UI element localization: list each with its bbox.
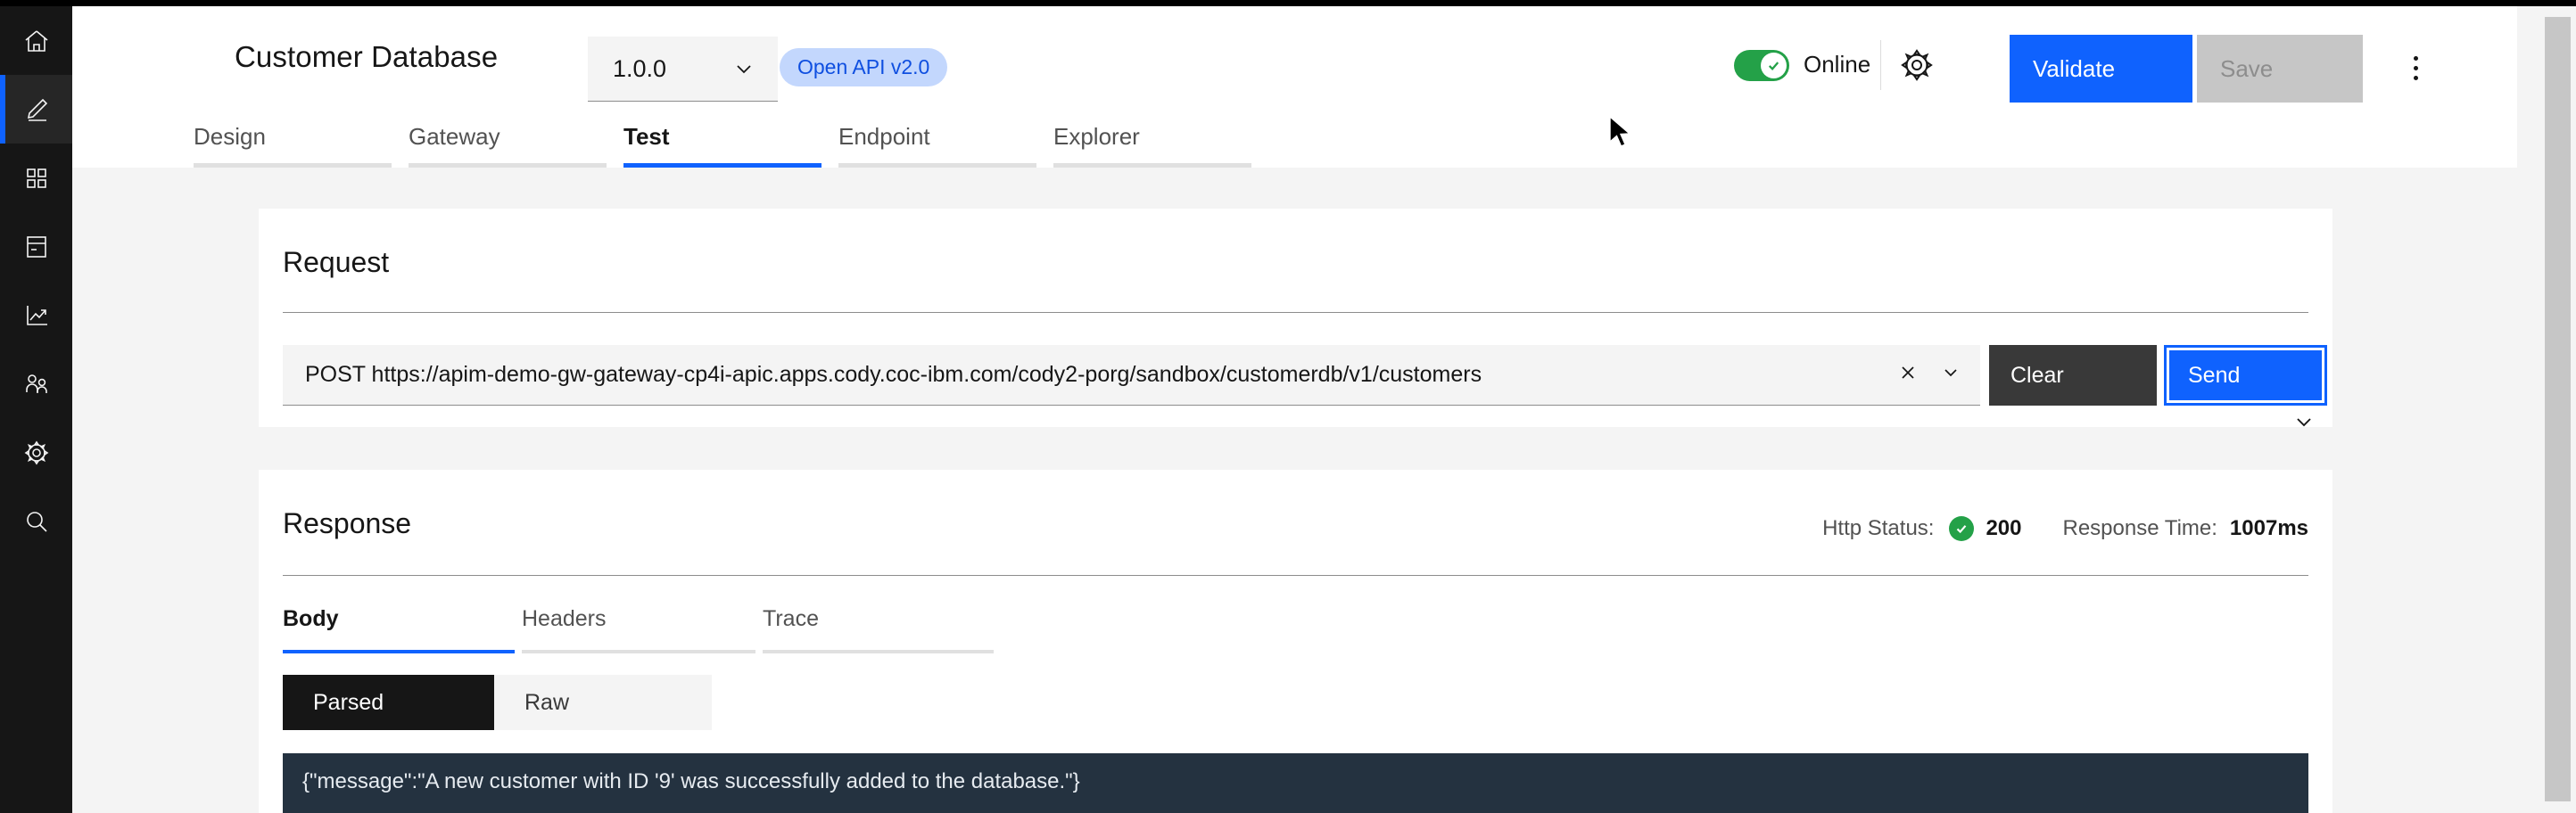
validate-button[interactable]: Validate bbox=[2010, 35, 2192, 103]
tab-test[interactable]: Test bbox=[623, 111, 822, 168]
request-divider bbox=[283, 312, 2308, 313]
send-button[interactable]: Send bbox=[2164, 345, 2327, 406]
response-time-value: 1007ms bbox=[2230, 516, 2308, 541]
tab-underline bbox=[838, 163, 1036, 168]
chevron-down-icon bbox=[732, 57, 755, 80]
left-navigation-rail bbox=[0, 6, 72, 813]
mouse-cursor bbox=[1608, 115, 1635, 157]
request-card: Request POST https://apim-demo-gw-gatewa… bbox=[259, 209, 2332, 427]
sidebar-item-home[interactable] bbox=[0, 6, 72, 75]
sidebar-item-analytics[interactable] bbox=[0, 281, 72, 349]
request-expand-button[interactable] bbox=[2286, 412, 2322, 435]
tab-endpoint[interactable]: Endpoint bbox=[838, 111, 1036, 168]
response-tab-label: Body bbox=[283, 606, 339, 631]
sidebar-item-design[interactable] bbox=[0, 75, 72, 144]
grid-apps-icon bbox=[23, 165, 50, 192]
tab-underline bbox=[194, 163, 392, 168]
tab-underline bbox=[623, 163, 822, 168]
request-url-value: POST https://apim-demo-gw-gateway-cp4i-a… bbox=[305, 362, 1896, 388]
response-tab-label: Headers bbox=[522, 606, 607, 631]
pencil-icon bbox=[22, 95, 51, 124]
checkmark-filled-icon bbox=[1949, 516, 1974, 541]
tab-underline bbox=[763, 650, 994, 653]
sidebar-item-members[interactable] bbox=[0, 349, 72, 418]
page-scrollbar-thumb[interactable] bbox=[2545, 17, 2571, 801]
tab-underline bbox=[409, 163, 607, 168]
sidebar-item-search[interactable] bbox=[0, 487, 72, 555]
response-body-pane: {"message":"A new customer with ID '9' w… bbox=[283, 753, 2308, 813]
response-tab-trace[interactable]: Trace bbox=[763, 602, 994, 653]
response-card: Response Http Status: 200 Response Time:… bbox=[259, 470, 2332, 813]
main-content: Customer Database 1.0.0 Open API v2.0 On… bbox=[72, 6, 2576, 813]
top-black-strip bbox=[0, 0, 2576, 6]
sidebar-item-catalog[interactable] bbox=[0, 212, 72, 281]
response-time-label: Response Time: bbox=[2063, 516, 2217, 541]
online-toggle[interactable] bbox=[1734, 50, 1789, 81]
search-icon bbox=[23, 508, 50, 535]
tab-label: Gateway bbox=[409, 123, 607, 151]
header-divider bbox=[1880, 40, 1881, 90]
primary-tabs: Design Gateway Test Endpoint Explorer bbox=[72, 111, 2517, 168]
response-tab-body[interactable]: Body bbox=[283, 602, 515, 653]
response-title: Response bbox=[283, 507, 411, 540]
http-status-label: Http Status: bbox=[1822, 516, 1934, 541]
response-tab-label: Trace bbox=[763, 606, 819, 631]
request-url-input[interactable]: POST https://apim-demo-gw-gateway-cp4i-a… bbox=[283, 345, 1980, 406]
settings-gear-icon bbox=[23, 439, 50, 466]
analytics-icon bbox=[23, 302, 50, 329]
tab-label: Explorer bbox=[1053, 123, 1251, 151]
overflow-menu-button[interactable] bbox=[2395, 47, 2436, 88]
request-title: Request bbox=[283, 246, 389, 279]
tab-label: Test bbox=[623, 123, 822, 151]
version-value: 1.0.0 bbox=[613, 55, 666, 83]
chevron-down-icon[interactable] bbox=[1939, 361, 1962, 389]
sidebar-item-settings[interactable] bbox=[0, 418, 72, 487]
clear-button[interactable]: Clear bbox=[1989, 345, 2157, 406]
home-icon bbox=[22, 27, 51, 55]
response-tab-headers[interactable]: Headers bbox=[522, 602, 755, 653]
response-view-toggle: Parsed Raw bbox=[283, 675, 712, 730]
users-icon bbox=[23, 371, 50, 398]
response-meta: Http Status: 200 Response Time: 1007ms bbox=[1822, 516, 2308, 541]
tab-explorer[interactable]: Explorer bbox=[1053, 111, 1251, 168]
view-mode-raw[interactable]: Raw bbox=[494, 675, 712, 730]
http-status-value: 200 bbox=[1986, 516, 2021, 541]
app-root: Customer Database 1.0.0 Open API v2.0 On… bbox=[0, 0, 2576, 813]
chevron-down-icon bbox=[2291, 409, 2316, 439]
version-dropdown[interactable]: 1.0.0 bbox=[588, 37, 778, 102]
page-title: Customer Database bbox=[235, 40, 498, 74]
online-status-label: Online bbox=[1804, 51, 1870, 78]
tab-gateway[interactable]: Gateway bbox=[409, 111, 607, 168]
tab-design[interactable]: Design bbox=[194, 111, 392, 168]
page-scrollbar-track[interactable] bbox=[2539, 6, 2576, 813]
tab-underline bbox=[522, 650, 755, 653]
tab-label: Design bbox=[194, 123, 392, 151]
toggle-checked-icon bbox=[1761, 53, 1787, 78]
gear-icon bbox=[1900, 48, 1934, 86]
response-divider bbox=[283, 575, 2308, 576]
settings-button[interactable] bbox=[1892, 47, 1942, 86]
tab-underline bbox=[1053, 163, 1251, 168]
catalog-icon bbox=[23, 234, 50, 260]
page-header: Customer Database 1.0.0 Open API v2.0 On… bbox=[72, 6, 2517, 122]
tab-label: Endpoint bbox=[838, 123, 1036, 151]
view-mode-parsed[interactable]: Parsed bbox=[283, 675, 494, 730]
overflow-menu-icon bbox=[2414, 53, 2418, 83]
tab-underline bbox=[283, 650, 515, 653]
sidebar-item-apps[interactable] bbox=[0, 144, 72, 212]
close-icon[interactable] bbox=[1896, 361, 1920, 389]
save-button[interactable]: Save bbox=[2197, 35, 2363, 103]
api-spec-badge: Open API v2.0 bbox=[780, 48, 947, 86]
